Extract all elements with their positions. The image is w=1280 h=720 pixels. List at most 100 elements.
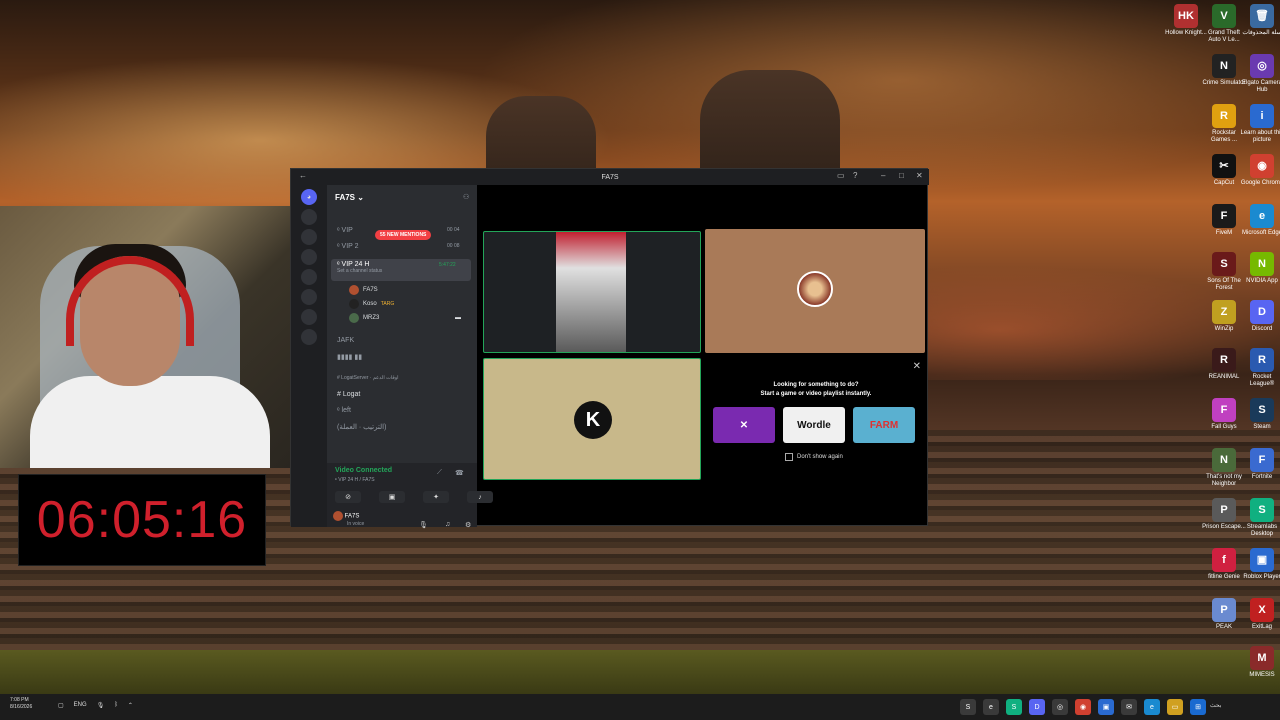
channel-logat[interactable]: # Logat	[337, 391, 360, 398]
discord-home-icon[interactable]: ◕	[301, 189, 317, 205]
maximize-button[interactable]: □	[899, 171, 904, 180]
category-header[interactable]: # LogatServer · اوقات الدعم	[337, 375, 399, 381]
desktop-shortcut[interactable]: ◉ Google Chrome	[1240, 154, 1280, 187]
soundboard-icon[interactable]: ♪	[467, 491, 493, 503]
game-tile-farm[interactable]: FARM	[853, 407, 915, 443]
desktop-shortcut[interactable]: ▣ Roblox Player	[1240, 548, 1280, 581]
headphones-icon[interactable]: ♫	[445, 521, 450, 528]
desktop-shortcut[interactable]: S Steam	[1240, 398, 1280, 431]
title-bar[interactable]: ← FA7S ▭ ? – □ ✕	[291, 169, 929, 185]
server-icon[interactable]	[301, 229, 317, 245]
edge-taskbar-icon[interactable]: e	[983, 699, 999, 715]
user-panel[interactable]: FA7S In voice	[333, 511, 364, 527]
activities-icon[interactable]: ✦	[423, 491, 449, 503]
video-tile-camera[interactable]	[483, 231, 701, 353]
video-icon: ▬	[455, 315, 461, 321]
explorer-taskbar-icon[interactable]: ▭	[1167, 699, 1183, 715]
voice-channel-path[interactable]: ᵉ VIP 24 H / FA7S	[335, 477, 375, 483]
microphone-icon[interactable]: 🎙	[419, 521, 428, 529]
channel-decorated[interactable]: ▮▮▮▮ ▮▮	[337, 353, 362, 361]
outlook-taskbar-icon[interactable]: ✉	[1121, 699, 1137, 715]
taskbar-search[interactable]: بحث	[1210, 702, 1221, 709]
discord-taskbar-icon[interactable]: D	[1029, 699, 1045, 715]
server-icon[interactable]	[301, 309, 317, 325]
shortcut-label: Fortnite	[1251, 474, 1273, 480]
desktop-shortcut[interactable]: 🗑 سلة المحذوفات	[1240, 4, 1280, 37]
server-icon[interactable]	[301, 329, 317, 345]
timer-value: 06:05:16	[36, 491, 248, 549]
video-tile-avatar[interactable]	[705, 229, 925, 353]
screen-share-icon[interactable]: ▣	[379, 491, 405, 503]
app-icon: M	[1250, 646, 1274, 670]
desktop-shortcut[interactable]: D Discord	[1240, 300, 1280, 333]
app-icon: e	[1250, 204, 1274, 228]
settings-gear-icon[interactable]: ⚙	[465, 521, 471, 529]
store-taskbar-icon[interactable]: ▣	[1098, 699, 1114, 715]
noise-suppression-icon[interactable]: ⟋	[437, 469, 442, 477]
streamlabs-taskbar-icon[interactable]: S	[1006, 699, 1022, 715]
channel-jafk[interactable]: JAFK	[337, 337, 354, 344]
app-icon: f	[1212, 548, 1236, 572]
camera-off-icon[interactable]: ⊘	[335, 491, 361, 503]
inbox-icon[interactable]: ▭	[837, 171, 845, 180]
voice-user[interactable]: Koso TARG	[349, 299, 394, 309]
chrome-taskbar-icon[interactable]: ◉	[1075, 699, 1091, 715]
new-mentions-badge[interactable]: 55 NEW MENTIONS	[375, 230, 432, 240]
video-tile-logo[interactable]: K	[483, 358, 701, 480]
clock[interactable]: 7:08 PM 8/16/2026	[10, 697, 32, 711]
streamer-shirt	[30, 376, 270, 468]
desktop-shortcut[interactable]: N NVIDIA App	[1240, 252, 1280, 285]
server-icon[interactable]	[301, 249, 317, 265]
bluetooth-icon[interactable]: ᛒ	[114, 702, 118, 709]
desktop-shortcut[interactable]: R Rocket League®	[1240, 348, 1280, 388]
shortcut-label: Discord	[1251, 326, 1273, 332]
chevron-up-icon[interactable]: ⌃	[128, 702, 133, 709]
server-icon[interactable]	[301, 289, 317, 305]
desktop-shortcut[interactable]: ◎ Elgato Camera Hub	[1240, 54, 1280, 94]
app-icon: ▣	[1250, 548, 1274, 572]
app-icon: N	[1212, 448, 1236, 472]
desktop-shortcut[interactable]: F Fortnite	[1240, 448, 1280, 481]
microphone-tray-icon[interactable]: 🎙	[97, 702, 105, 709]
channel-vip-24h[interactable]: ᵉ VIP 24 H 5:47:22 Set a channel status	[331, 259, 471, 281]
channel-ranking[interactable]: (الترتيب · العملة)	[337, 423, 386, 431]
server-icon[interactable]	[301, 209, 317, 225]
close-button[interactable]: ✕	[916, 171, 923, 180]
camera-taskbar-icon[interactable]: ◎	[1052, 699, 1068, 715]
desktop-shortcut[interactable]: S Streamlabs Desktop	[1240, 498, 1280, 538]
app-icon: ◉	[1250, 154, 1274, 178]
checkbox-box[interactable]	[785, 453, 793, 461]
window-title: FA7S	[601, 173, 619, 181]
close-icon[interactable]: ✕	[913, 361, 921, 372]
voice-user[interactable]: FA7S	[349, 285, 378, 295]
steam-taskbar-icon[interactable]: S	[960, 699, 976, 715]
server-icon[interactable]	[301, 269, 317, 285]
desktop-shortcut[interactable]: e Microsoft Edge	[1240, 204, 1280, 237]
help-icon[interactable]: ?	[853, 171, 857, 180]
language-indicator[interactable]: ENG	[74, 702, 87, 709]
minimize-button[interactable]: –	[881, 171, 885, 180]
edge-taskbar-icon[interactable]: e	[1144, 699, 1160, 715]
voice-user[interactable]: MRZ3 ▬	[349, 313, 461, 323]
channel-left[interactable]: ᵉ left	[337, 407, 351, 414]
desktop-shortcut[interactable]: M MIMESIS	[1240, 646, 1280, 679]
desktop-shortcut[interactable]: i Learn about this picture	[1240, 104, 1280, 144]
dont-show-again-checkbox[interactable]: Don't show again	[785, 453, 843, 461]
notification-icon[interactable]: ▢	[58, 702, 64, 709]
server-list: ◕	[291, 185, 327, 527]
disconnect-icon[interactable]: ☎	[455, 469, 464, 477]
game-tile-wordle[interactable]: Wordle	[783, 407, 845, 443]
server-name[interactable]: FA7S ⌄	[335, 193, 364, 202]
discord-window[interactable]: ← FA7S ▭ ? – □ ✕ ◕ FA7S ⌄ ⚇ 55 NEW MENTI…	[290, 168, 929, 529]
desktop-shortcut[interactable]: X ExitLag	[1240, 598, 1280, 631]
game-tile[interactable]: ✕	[713, 407, 775, 443]
add-friend-icon[interactable]: ⚇	[463, 193, 469, 201]
channel-vip[interactable]: ᵉ VIP 00 04	[337, 227, 460, 234]
shortcut-label: MIMESIS	[1249, 672, 1275, 678]
channel-vip-2[interactable]: ᵉ VIP 2 00 08	[337, 243, 460, 250]
app-icon: F	[1212, 204, 1236, 228]
app-icon: S	[1212, 252, 1236, 276]
app-icon: N	[1212, 54, 1236, 78]
start-button[interactable]: ⊞	[1190, 699, 1206, 715]
voice-status: Video Connected	[335, 467, 393, 474]
